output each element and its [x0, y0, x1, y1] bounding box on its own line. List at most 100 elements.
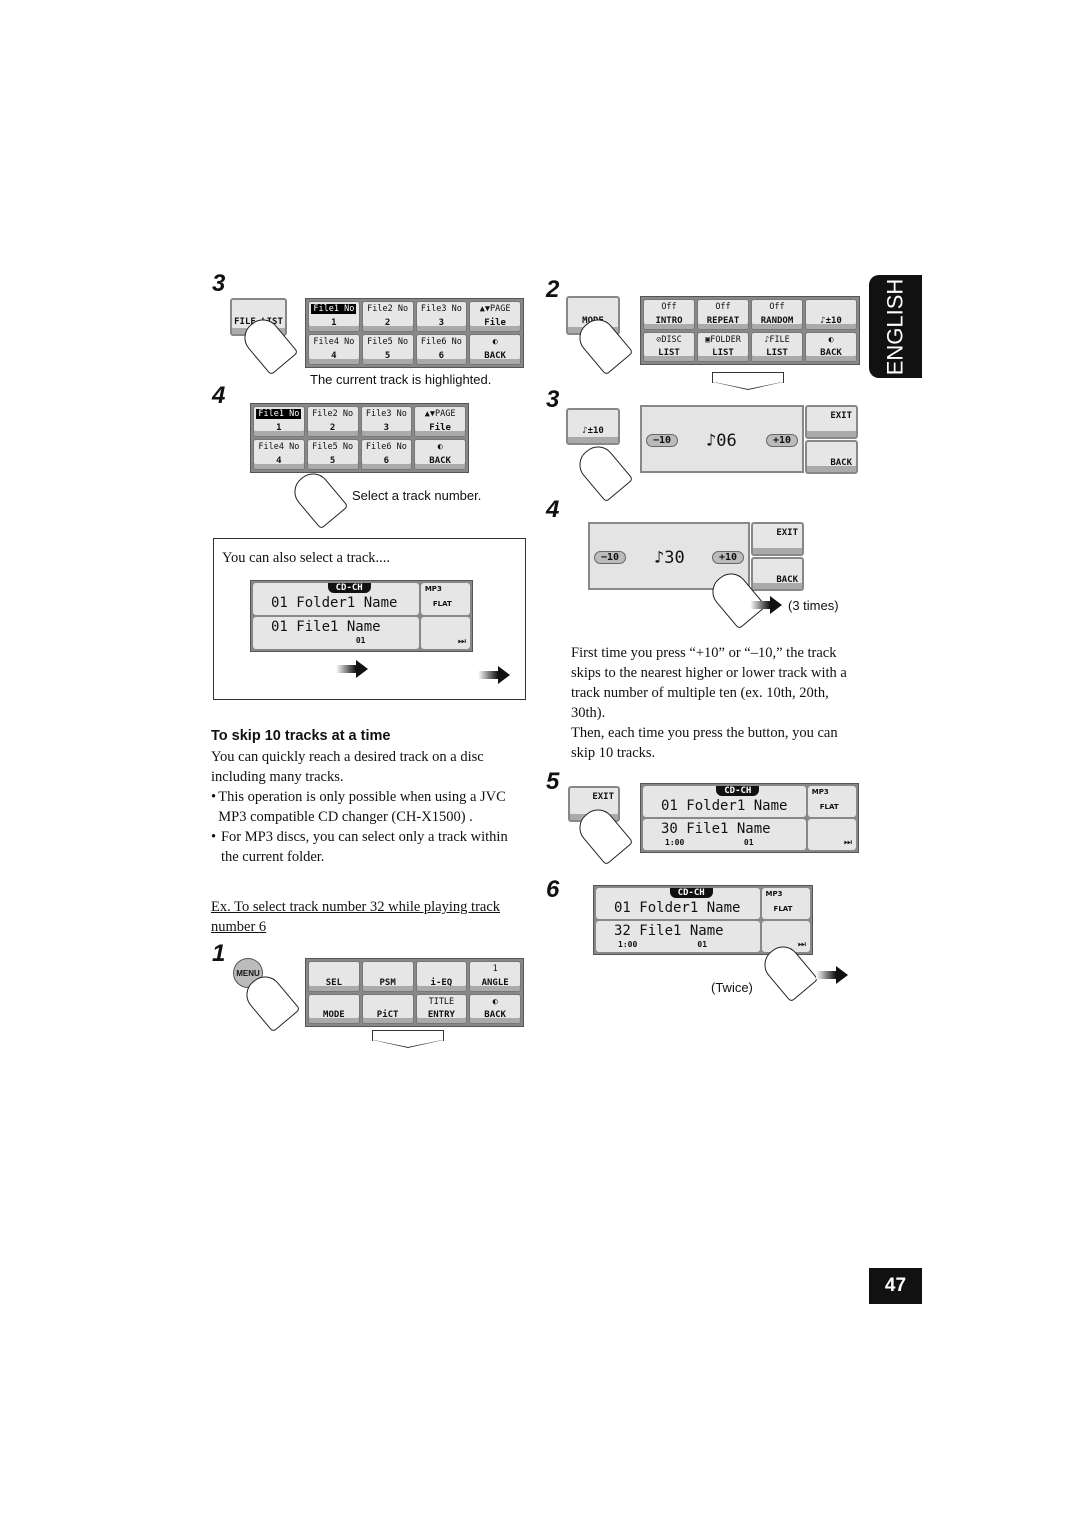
button-label: 2 — [329, 423, 336, 433]
button-top-label: TITLE — [428, 996, 455, 1007]
button-top-label: File2 No — [312, 409, 354, 419]
grid-button[interactable]: SEL — [308, 961, 360, 992]
button-top-label: File1 No — [256, 409, 302, 419]
grid-button[interactable]: ◐ BACK — [469, 993, 521, 1024]
button-top-label: File6 No — [420, 337, 462, 347]
bullet-item: This operation is only possible when usi… — [218, 789, 506, 825]
intro-text: You can quickly reach a desired track on… — [211, 749, 484, 785]
button-top-label: File5 No — [367, 337, 409, 347]
grid-button[interactable]: File3 No 3 — [415, 301, 468, 332]
step-number: 4 — [212, 382, 226, 409]
next-track-icon: ⏭ — [457, 637, 466, 647]
grid-button[interactable]: File1 No 1 — [308, 301, 360, 332]
track-name: 01 File1 Name — [271, 619, 381, 635]
folder-row[interactable]: CD-CH 01 Folder1 Name — [253, 583, 419, 615]
grid-button[interactable]: Off INTRO — [643, 299, 695, 330]
grid-button[interactable]: ▣FOLDER LIST — [697, 331, 749, 362]
minus-10-button[interactable]: −10 — [646, 434, 679, 447]
grid-button[interactable]: ◐ BACK — [469, 334, 521, 365]
disc-number: 01 — [697, 940, 708, 949]
button-top-label: ▣FOLDER — [705, 334, 741, 345]
grid-button[interactable]: ♪±10 — [805, 299, 857, 330]
folder-row[interactable]: CD-CH 01 Folder1 Name — [596, 888, 760, 919]
button-label: 4 — [276, 456, 282, 466]
plus-10-button[interactable]: +10 — [766, 434, 799, 447]
grid-button[interactable]: File3 No 3 — [360, 406, 413, 437]
back-button[interactable]: BACK — [805, 440, 858, 474]
grid-button[interactable]: 1 ANGLE — [469, 961, 521, 992]
button-label: 4 — [331, 351, 337, 361]
minus-10-button[interactable]: −10 — [594, 551, 627, 564]
grid-button[interactable]: PSM — [361, 961, 414, 992]
button-label: PiCT — [376, 1010, 399, 1020]
arrow-right-icon — [336, 660, 368, 678]
grid-button[interactable]: ♪FILE LIST — [751, 331, 803, 362]
grid-button[interactable]: File2 No 2 — [306, 406, 359, 437]
button-label: REPEAT — [706, 315, 740, 326]
grid-button[interactable]: File5 No 5 — [306, 439, 359, 470]
step-number: 2 — [546, 276, 560, 303]
mode-grid: Off INTRO Off REPEAT Off RANDOM ♪±10 ⊘DISC LIST ▣… — [640, 296, 860, 365]
grid-button[interactable]: File4 No 4 — [308, 334, 360, 365]
button-top-label: ◐ — [828, 334, 834, 345]
source-display: CD-CH 01 Folder1 Name MP3 FLAT 32 File1 Name… — [593, 885, 813, 955]
button-label: INTRO — [655, 315, 683, 326]
grid-button[interactable]: File1 No 1 — [253, 406, 305, 437]
step-number: 6 — [546, 876, 560, 903]
grid-button[interactable]: ⊘DISC LIST — [643, 331, 695, 362]
grid-button[interactable]: ▲▼PAGE File — [414, 406, 466, 437]
button-label: 5 — [329, 456, 336, 466]
grid-button[interactable]: ▲▼PAGE File — [469, 301, 521, 332]
button-label: 6 — [383, 456, 390, 466]
grid-button[interactable]: File6 No 6 — [360, 439, 413, 470]
track-name: 32 File1 Name — [614, 923, 724, 939]
exit-button[interactable]: EXIT — [751, 522, 804, 556]
next-track-icon: ⏭ — [843, 838, 852, 848]
button-top-label: File4 No — [258, 442, 300, 452]
grid-button[interactable]: File5 No 5 — [361, 334, 414, 365]
track-row[interactable]: 01 File1 Name 01 — [253, 617, 419, 649]
plus-10-button[interactable]: +10 — [712, 551, 745, 564]
grid-button[interactable]: File4 No 4 — [253, 439, 305, 470]
back-button[interactable]: BACK — [751, 557, 804, 591]
grid-button[interactable]: TITLE ENTRY — [415, 993, 468, 1024]
mode-cell[interactable]: MP3 FLAT — [807, 786, 856, 817]
grid-button[interactable]: Off REPEAT — [697, 299, 749, 330]
button-top-label: 1 — [492, 964, 498, 974]
button-label: i-EQ — [430, 977, 453, 988]
folder-name: 01 Folder1 Name — [661, 798, 788, 814]
grid-button[interactable]: MODE — [308, 993, 360, 1024]
track-row[interactable]: 32 File1 Name 1:00 01 — [596, 921, 760, 952]
button-label: File — [429, 423, 451, 433]
track-number: ♪30 — [654, 548, 685, 568]
grid-button[interactable]: ◐ BACK — [805, 331, 857, 362]
grid-button[interactable]: i-EQ — [415, 961, 468, 992]
button-label: 3 — [383, 423, 390, 433]
button-label: LIST — [712, 348, 734, 358]
grid-button[interactable]: ◐ BACK — [414, 439, 466, 470]
grid-button[interactable]: File2 No 2 — [361, 301, 414, 332]
grid-button[interactable]: File6 No 6 — [415, 334, 468, 365]
folder-row[interactable]: CD-CH 01 Folder1 Name — [643, 786, 806, 817]
grid-button[interactable]: Off RANDOM — [751, 299, 803, 330]
arrow-right-icon — [816, 966, 848, 984]
caption: The current track is highlighted. — [310, 372, 492, 387]
next-track-button[interactable]: ⏭ — [807, 819, 856, 850]
exit-button[interactable]: EXIT — [805, 405, 858, 439]
grid-button[interactable]: PiCT — [361, 993, 414, 1024]
next-track-button[interactable]: ⏭ — [420, 617, 470, 649]
button-label: 1 — [331, 318, 337, 328]
step-number: 3 — [212, 270, 226, 297]
button-label: LIST — [766, 348, 788, 358]
button-top-label: ⊘DISC — [656, 334, 682, 345]
skip-10-button[interactable]: ♪±10 — [566, 408, 620, 445]
button-label: SEL — [325, 977, 342, 988]
step-number: 4 — [546, 496, 560, 523]
button-label: LIST — [658, 348, 680, 358]
mode-cell[interactable]: MP3 FLAT — [761, 888, 810, 919]
menu-grid: SEL PSM i-EQ 1 ANGLE MODE PiCT TITLE ENTRY ◐ BACK — [305, 958, 524, 1027]
mode-cell[interactable]: MP3 FLAT — [420, 583, 470, 615]
step-number: 3 — [546, 386, 560, 413]
track-row[interactable]: 30 File1 Name 1:00 01 — [643, 819, 806, 850]
caption: Select a track number. — [352, 488, 482, 503]
